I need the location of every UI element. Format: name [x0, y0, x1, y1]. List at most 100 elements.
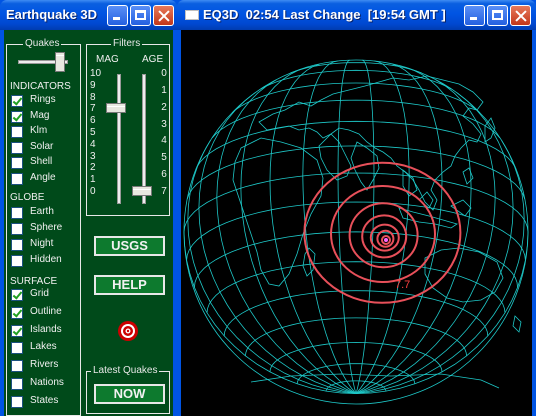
checkbox-unchecked-icon[interactable]: [11, 141, 23, 154]
close-icon: [511, 6, 530, 25]
latitude-line: [206, 261, 506, 313]
filters-group-caption: Filters: [111, 38, 143, 50]
globe-heading: GLOBE: [10, 192, 45, 203]
scale-tick-label: 3: [161, 118, 167, 130]
age-slider-thumb[interactable]: [132, 186, 152, 196]
target-icon[interactable]: [117, 320, 139, 342]
checkbox-unchecked-icon[interactable]: [11, 239, 23, 251]
usgs-button[interactable]: USGS: [94, 236, 165, 256]
age-scale: 0 1 2 3 4 5 6 7: [156, 68, 172, 198]
checkbox-unchecked-icon[interactable]: [11, 378, 23, 390]
checkbox-label: Grid: [30, 288, 49, 299]
checkbox-unchecked-icon[interactable]: [11, 255, 23, 267]
control-titlebar[interactable]: Earthquake 3D: [0, 0, 177, 30]
surface-heading: SURFACE: [10, 276, 58, 287]
scale-tick-label: 5: [161, 152, 167, 164]
help-button[interactable]: HELP: [94, 275, 165, 295]
latest-quakes-caption: Latest Quakes: [91, 365, 160, 377]
latitude-line: [289, 62, 423, 74]
latitude-line: [211, 99, 501, 139]
scale-tick-label: 9: [90, 79, 96, 91]
mag-slider-thumb[interactable]: [106, 103, 126, 114]
checkbox-unchecked-icon[interactable]: [11, 172, 23, 185]
quakes-slider-thumb[interactable]: [55, 52, 65, 72]
minimize-icon: [108, 6, 127, 25]
longitude-line: [302, 60, 357, 394]
scale-tick-label: 0: [161, 68, 167, 79]
close-button[interactable]: [153, 5, 174, 26]
minimize-icon: [465, 6, 484, 25]
maximize-button[interactable]: [130, 5, 151, 26]
scale-tick-label: 6: [161, 169, 167, 181]
close-button[interactable]: [510, 5, 531, 26]
checkbox-checked-icon[interactable]: [11, 95, 23, 107]
checkbox-label: Lakes: [30, 341, 57, 353]
checkbox-unchecked-icon[interactable]: [11, 342, 23, 355]
latitude-line: [245, 317, 467, 356]
checkbox-label: States: [30, 394, 59, 406]
scale-tick-label: 1: [161, 84, 167, 96]
globe-canvas[interactable]: 7.7: [181, 30, 532, 416]
longitude-line: [269, 63, 357, 394]
scale-tick-label: 2: [161, 101, 167, 113]
checkbox-unchecked-icon[interactable]: [11, 157, 23, 169]
scale-tick-label: 3: [90, 150, 96, 162]
maximize-button[interactable]: [487, 5, 508, 26]
checkbox-label: Outline: [30, 305, 62, 317]
checkbox-checked-icon[interactable]: [11, 110, 23, 123]
checkbox-unchecked-icon[interactable]: [11, 207, 23, 219]
epicenter-marker: [384, 238, 388, 242]
checkbox-unchecked-icon[interactable]: [11, 395, 23, 408]
mag-slider-track[interactable]: [117, 74, 121, 204]
close-icon: [154, 6, 173, 25]
maximize-icon: [488, 6, 507, 25]
checkbox-unchecked-icon[interactable]: [11, 126, 23, 138]
latitude-line: [231, 82, 481, 114]
now-button[interactable]: NOW: [94, 384, 165, 404]
checkbox-label: Mag: [30, 109, 50, 121]
checkbox-checked-icon[interactable]: [11, 324, 23, 337]
scale-tick-label: 0: [90, 186, 96, 197]
checkbox-label: Rivers: [30, 359, 59, 371]
checkbox-label: Angle: [30, 171, 56, 183]
checkbox-unchecked-icon[interactable]: [11, 223, 23, 235]
age-label: AGE: [142, 54, 164, 65]
checkbox-label: Sphere: [30, 222, 63, 233]
checkbox-unchecked-icon[interactable]: [11, 360, 23, 373]
scale-tick-label: 7: [161, 186, 167, 197]
minimize-button[interactable]: [464, 5, 485, 26]
globe-titlebar[interactable]: EQ3D 02:54 Last Change [19:54 GMT ]: [177, 0, 536, 30]
checkbox-label: Earth: [30, 206, 54, 217]
control-panel: Quakes INDICATORS Rings Mag Klm Solar Shell A…: [4, 30, 173, 416]
control-window: Earthquake 3D Quakes INDICATORS Rings Mag…: [0, 0, 177, 416]
scale-tick-label: 1: [90, 174, 96, 186]
checkbox-label: Rings: [30, 94, 56, 105]
checkbox-label: Islands: [30, 323, 62, 335]
control-window-title: Earthquake 3D: [6, 7, 98, 22]
checkbox-label: Nations: [30, 377, 64, 388]
age-slider-track[interactable]: [142, 74, 146, 204]
latitude-line: [183, 172, 529, 233]
indicators-heading: INDICATORS: [10, 81, 71, 92]
globe-window: EQ3D 02:54 Last Change [19:54 GMT ] 7.7: [177, 0, 536, 416]
latitude-line: [194, 231, 518, 288]
quakes-group-caption: Quakes: [23, 38, 62, 50]
checkbox-label: Night: [30, 238, 54, 249]
checkbox-checked-icon[interactable]: [11, 289, 23, 301]
scale-tick-label: 6: [90, 115, 96, 127]
quake-magnitude-label: 7.7: [395, 279, 410, 291]
scale-tick-label: 5: [90, 127, 96, 138]
mag-scale: 10 9 8 7 6 5 4 3 2 1 0: [90, 68, 106, 198]
minimize-button[interactable]: [107, 5, 128, 26]
longitude-line: [337, 59, 357, 394]
checkbox-label: Klm: [30, 125, 48, 136]
checkbox-checked-icon[interactable]: [11, 306, 23, 319]
mag-label: MAG: [96, 54, 119, 65]
scale-tick-label: 4: [161, 135, 167, 147]
checkbox-label: Hidden: [30, 254, 62, 265]
globe-view[interactable]: 7.7: [181, 30, 532, 416]
scale-tick-label: 2: [90, 162, 96, 174]
checkbox-label: Solar: [30, 140, 54, 152]
scale-tick-label: 8: [90, 91, 96, 103]
scale-tick-label: 10: [90, 68, 102, 79]
